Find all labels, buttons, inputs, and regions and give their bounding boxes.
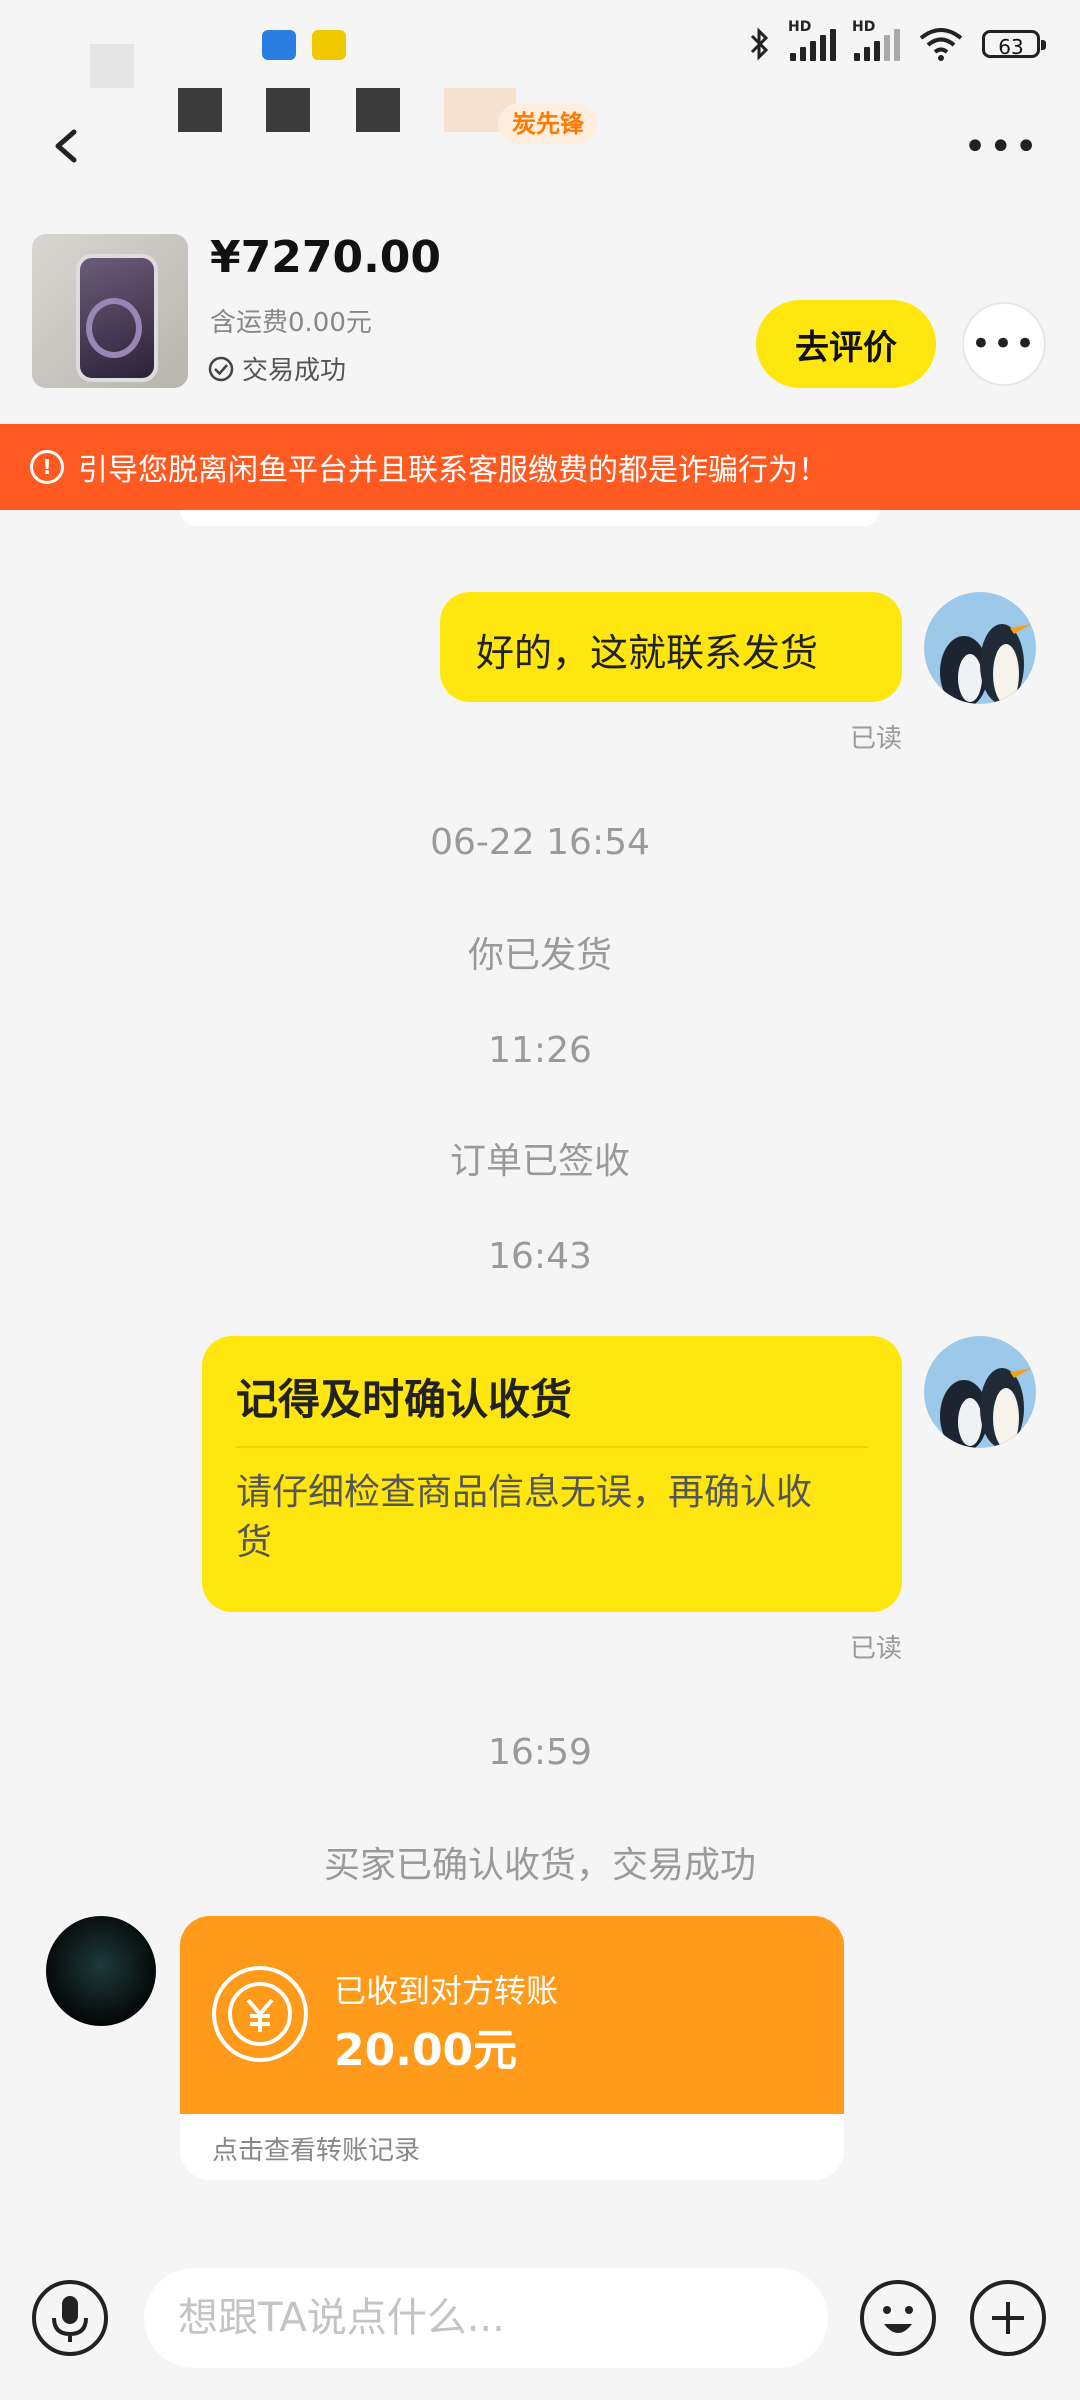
timestamp: 11:26 xyxy=(488,1030,592,1071)
emoji-icon[interactable] xyxy=(858,2278,938,2358)
redacted-block xyxy=(356,88,400,132)
warning-text: 引导您脱离闲鱼平台并且联系客服缴费的都是诈骗行为！ xyxy=(78,453,828,488)
redacted-block xyxy=(266,88,310,132)
back-arrow-icon[interactable] xyxy=(48,128,84,164)
battery-indicator: 63 xyxy=(982,30,1046,59)
bluetooth-icon xyxy=(750,27,769,61)
status-bar: HD HD 63 xyxy=(0,0,1080,100)
yuan-transfer-icon xyxy=(212,1966,308,2062)
buyer-avatar[interactable] xyxy=(46,1916,156,2026)
transfer-amount: 20.00元 xyxy=(334,2025,518,2076)
redacted-block xyxy=(90,44,134,88)
card-divider xyxy=(236,1446,868,1448)
deal-status: 交易成功 xyxy=(208,350,346,387)
review-button[interactable]: 去评价 xyxy=(756,300,936,388)
product-image[interactable] xyxy=(32,234,188,388)
transfer-record-link[interactable]: 点击查看转账记录 xyxy=(212,2130,420,2167)
system-message: 买家已确认收货，交易成功 xyxy=(323,1845,756,1886)
transfer-card[interactable]: 已收到对方转账 20.00元 点击查看转账记录 xyxy=(180,1916,844,2180)
user-badge: 炭先锋 xyxy=(498,104,598,144)
wifi-icon xyxy=(919,28,963,61)
message-input[interactable] xyxy=(144,2268,828,2368)
timestamp: 06-22 16:54 xyxy=(430,822,650,863)
plus-icon[interactable] xyxy=(968,2278,1048,2358)
microphone-icon[interactable] xyxy=(30,2278,110,2358)
fraud-warning-banner: ! 引导您脱离闲鱼平台并且联系客服缴费的都是诈骗行为！ xyxy=(0,424,1080,510)
penguin-avatar-icon xyxy=(924,592,1036,704)
transfer-label: 已收到对方转账 xyxy=(334,1972,559,2010)
timestamp: 16:43 xyxy=(488,1236,592,1277)
notification-icon xyxy=(262,30,296,60)
product-more-button[interactable]: ••• xyxy=(962,302,1046,386)
self-avatar[interactable] xyxy=(924,1336,1036,1448)
card-title: 记得及时确认收货 xyxy=(236,1375,573,1424)
redacted-block xyxy=(178,88,222,132)
penguin-avatar-icon xyxy=(924,1336,1036,1448)
warning-icon: ! xyxy=(30,450,64,484)
read-receipt: 已读 xyxy=(850,724,903,754)
signal-icon: HD xyxy=(852,19,900,61)
card-body: 请仔细检查商品信息无误，再确认收货 xyxy=(236,1472,813,1563)
confirm-receipt-card[interactable]: 记得及时确认收货 请仔细检查商品信息无误，再确认收货 xyxy=(202,1336,902,1612)
timestamp: 16:59 xyxy=(488,1732,592,1773)
shipping-fee: 含运费0.00元 xyxy=(210,308,372,338)
read-receipt: 已读 xyxy=(850,1634,903,1664)
system-message: 你已发货 xyxy=(467,935,612,976)
self-avatar[interactable] xyxy=(924,592,1036,704)
notification-icon xyxy=(312,30,346,60)
previous-card-edge xyxy=(180,510,880,526)
deal-status-label: 交易成功 xyxy=(242,356,347,386)
system-message: 订单已签收 xyxy=(449,1141,630,1182)
status-icons: HD HD 63 xyxy=(748,19,1046,62)
signal-icon: HD xyxy=(788,19,836,61)
more-options-button[interactable]: ••• xyxy=(963,124,1040,170)
product-price: ¥7270.00 xyxy=(210,232,442,283)
check-circle-icon xyxy=(208,356,234,381)
message-bubble[interactable]: 好的，这就联系发货 xyxy=(440,592,902,702)
message-text: 好的，这就联系发货 xyxy=(476,631,819,675)
phone-icon xyxy=(76,254,158,382)
